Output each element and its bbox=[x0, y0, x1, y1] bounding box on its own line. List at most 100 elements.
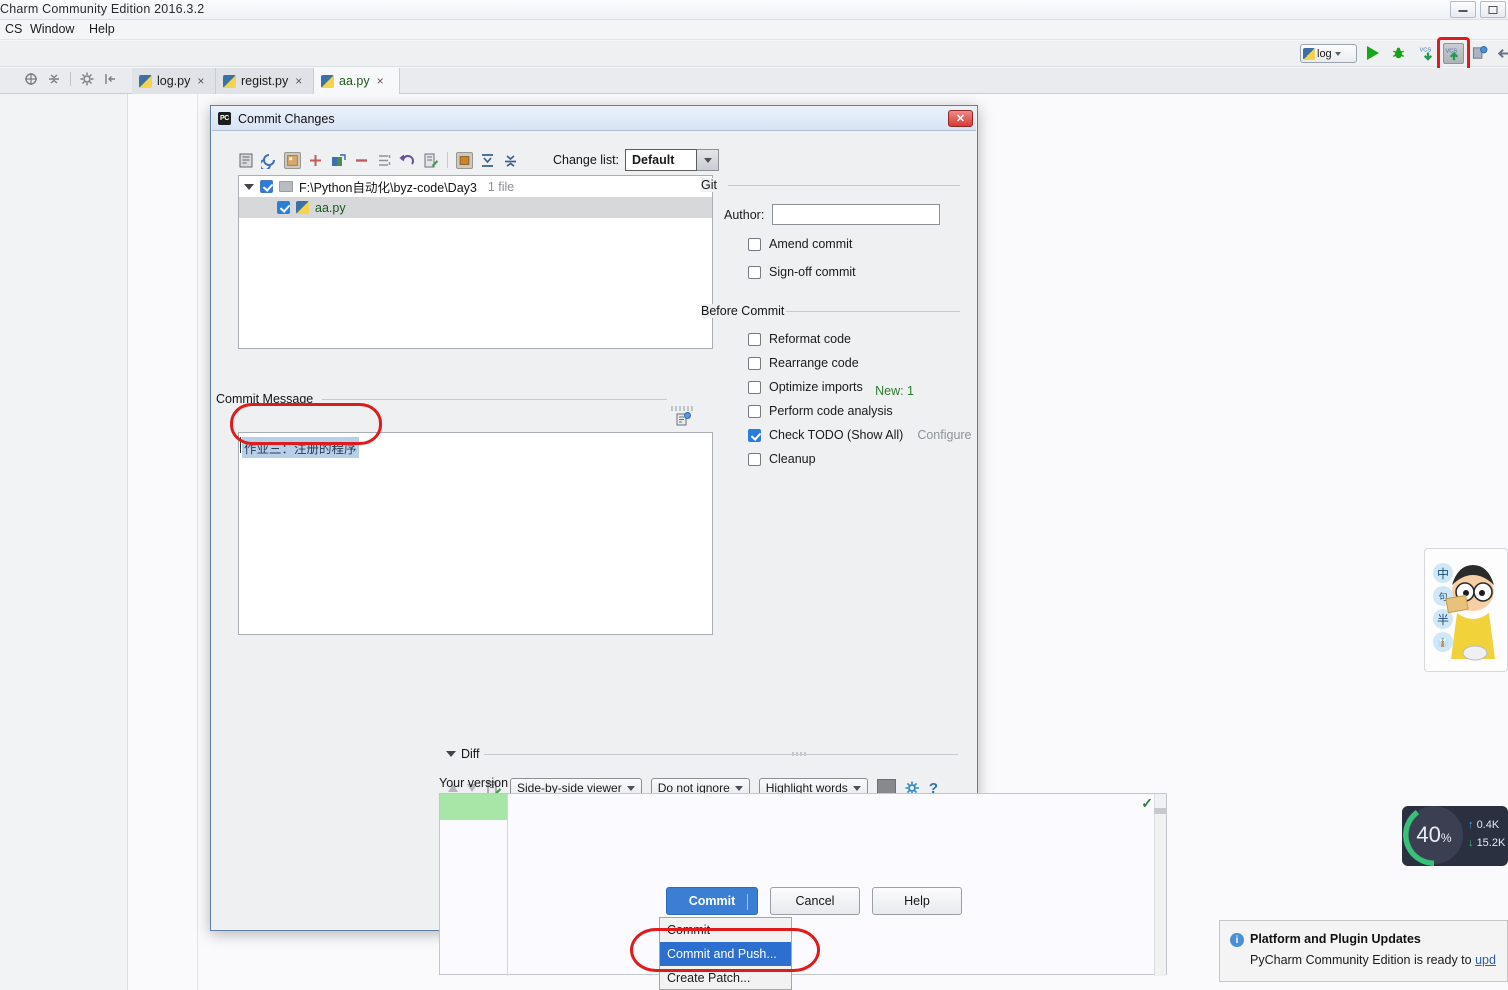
changed-files-tree[interactable]: F:\Python自动化\byz-code\Day3 1 file aa.py bbox=[238, 175, 713, 349]
checkbox-box[interactable] bbox=[748, 332, 761, 346]
menu-item-window[interactable]: Window bbox=[25, 22, 79, 36]
splitter-handle[interactable] bbox=[671, 406, 693, 411]
amend-commit-checkbox[interactable]: Amend commit bbox=[748, 237, 852, 251]
vcs-push-button[interactable]: VCS bbox=[1443, 43, 1464, 64]
cancel-button[interactable]: Cancel bbox=[770, 887, 860, 915]
menu-item-label: Commit and Push... bbox=[667, 947, 777, 961]
close-tab-icon[interactable]: × bbox=[197, 74, 204, 88]
run-button[interactable] bbox=[1364, 43, 1385, 64]
python-file-icon bbox=[223, 74, 236, 88]
vcs-update-button[interactable]: VCS bbox=[1418, 43, 1439, 64]
changelist-checkbox[interactable] bbox=[260, 180, 273, 193]
editor-tab-label: log.py bbox=[157, 74, 191, 88]
editor-tab-regist[interactable]: regist.py × bbox=[216, 68, 314, 94]
menu-item-commit[interactable]: Commit bbox=[660, 918, 791, 942]
scrollbar-thumb[interactable] bbox=[1154, 808, 1166, 814]
checkbox-box[interactable] bbox=[748, 265, 761, 279]
changelist-label: Change list: bbox=[553, 153, 620, 167]
edit-source-icon[interactable] bbox=[422, 152, 439, 169]
target-icon[interactable] bbox=[24, 72, 38, 86]
dialog-button-row: Commit Cancel Help bbox=[666, 887, 962, 915]
debug-button[interactable] bbox=[1389, 43, 1410, 64]
file-checkbox[interactable] bbox=[277, 201, 290, 214]
expand-all-icon[interactable] bbox=[502, 152, 519, 169]
network-speed-widget[interactable]: 40% ↑ 0.4K ↓ 15.2K bbox=[1402, 806, 1508, 866]
menu-item-commit-and-push[interactable]: Commit and Push... bbox=[660, 942, 791, 966]
rollback-icon[interactable] bbox=[399, 152, 416, 169]
commit-button[interactable]: Commit bbox=[666, 887, 758, 915]
close-tab-icon[interactable]: × bbox=[377, 74, 384, 88]
network-stats: ↑ 0.4K ↓ 15.2K bbox=[1468, 816, 1505, 852]
file-path: F:\Python自动化\byz-code\Day3 bbox=[299, 181, 477, 195]
menu-item-create-patch[interactable]: Create Patch... bbox=[660, 966, 791, 990]
checkbox-box[interactable] bbox=[748, 356, 761, 370]
tree-row[interactable]: aa.py bbox=[239, 197, 712, 218]
notification-balloon[interactable]: i Platform and Plugin Updates PyCharm Co… bbox=[1219, 920, 1508, 982]
vcs-rollback-button[interactable] bbox=[1494, 43, 1508, 64]
notification-title: Platform and Plugin Updates bbox=[1250, 932, 1421, 946]
commit-message-input[interactable]: 作业三：注册的程序 bbox=[238, 432, 713, 635]
download-arrow-icon: ↓ bbox=[1468, 837, 1474, 849]
editor-tab-log[interactable]: log.py × bbox=[132, 68, 216, 94]
download-speed: 15.2K bbox=[1476, 837, 1506, 849]
vcs-history-button[interactable] bbox=[1470, 43, 1491, 64]
ide-window: Charm Community Edition 2016.3.2 CS Wind… bbox=[0, 0, 1508, 990]
diff-viewer-pane[interactable]: ✓ bbox=[439, 793, 1167, 976]
collapse-all-icon[interactable] bbox=[479, 152, 496, 169]
maximize-button[interactable] bbox=[1480, 1, 1506, 18]
checkbox-box[interactable] bbox=[748, 404, 761, 418]
move-to-changelist-icon[interactable] bbox=[330, 152, 347, 169]
tree-row[interactable]: F:\Python自动化\byz-code\Day3 1 file bbox=[239, 176, 712, 197]
chevron-down-icon[interactable] bbox=[446, 751, 456, 757]
add-icon[interactable] bbox=[307, 152, 324, 169]
git-group-label: Git bbox=[701, 178, 723, 192]
hide-panel-icon[interactable] bbox=[103, 72, 117, 86]
menu-item-help[interactable]: Help bbox=[84, 22, 120, 36]
minimize-button[interactable] bbox=[1450, 1, 1476, 18]
file-name: aa.py bbox=[315, 200, 346, 215]
help-button[interactable]: Help bbox=[872, 887, 962, 915]
collapse-icon[interactable] bbox=[47, 72, 61, 86]
splitter-handle[interactable] bbox=[792, 752, 808, 756]
cleanup-checkbox[interactable]: Cleanup bbox=[748, 452, 816, 466]
show-diff-icon[interactable] bbox=[238, 152, 255, 169]
checkbox-box[interactable] bbox=[748, 452, 761, 466]
diff-section-header[interactable]: Diff bbox=[446, 747, 486, 761]
refresh-icon[interactable] bbox=[261, 152, 278, 169]
checkbox-box[interactable] bbox=[748, 380, 761, 394]
rearrange-code-checkbox[interactable]: Rearrange code bbox=[748, 356, 859, 370]
usage-percent: 40% bbox=[1416, 822, 1452, 847]
vcs-update-icon: VCS bbox=[1420, 48, 1433, 61]
upload-speed: 0.4K bbox=[1476, 819, 1500, 831]
author-input[interactable] bbox=[772, 204, 941, 225]
revert-icon[interactable] bbox=[284, 151, 301, 169]
checkbox-box[interactable] bbox=[748, 237, 761, 251]
optimize-imports-checkbox[interactable]: Optimize imports bbox=[748, 380, 863, 394]
ime-mascot-icon bbox=[1445, 565, 1495, 661]
notification-body-text: PyCharm Community Edition is ready to bbox=[1250, 953, 1476, 967]
perform-code-analysis-checkbox[interactable]: Perform code analysis bbox=[748, 404, 893, 418]
expand-icon[interactable] bbox=[456, 151, 473, 169]
update-link[interactable]: upd bbox=[1475, 953, 1496, 967]
reformat-code-checkbox[interactable]: Reformat code bbox=[748, 332, 851, 346]
commit-message-history-icon[interactable] bbox=[676, 412, 691, 427]
commit-options-menu: Commit Commit and Push... Create Patch..… bbox=[659, 917, 792, 990]
signoff-commit-checkbox[interactable]: Sign-off commit bbox=[748, 265, 856, 279]
diff-scrollbar[interactable] bbox=[1154, 794, 1166, 976]
configure-link[interactable]: Configure bbox=[917, 428, 971, 442]
close-tab-icon[interactable]: × bbox=[295, 74, 302, 88]
chevron-down-icon[interactable] bbox=[244, 183, 254, 190]
run-configuration-selector[interactable]: log bbox=[1300, 44, 1357, 63]
group-by-icon[interactable] bbox=[376, 152, 393, 169]
chevron-down-icon[interactable] bbox=[697, 149, 720, 171]
changelist-combo[interactable]: Default bbox=[625, 149, 720, 171]
editor-tab-aa[interactable]: aa.py × bbox=[314, 68, 400, 94]
settings-gear-icon[interactable] bbox=[80, 72, 94, 86]
delete-icon[interactable] bbox=[353, 152, 370, 169]
ime-floating-bar[interactable]: 中 句 半 👔 bbox=[1424, 548, 1508, 672]
dialog-close-button[interactable]: ✕ bbox=[948, 110, 973, 127]
upload-arrow-icon: ↑ bbox=[1468, 819, 1474, 831]
check-todo-checkbox[interactable]: Check TODO (Show All) Configure bbox=[748, 428, 972, 442]
checkbox-box[interactable] bbox=[748, 428, 761, 442]
menu-item-vcs[interactable]: CS bbox=[0, 22, 27, 36]
